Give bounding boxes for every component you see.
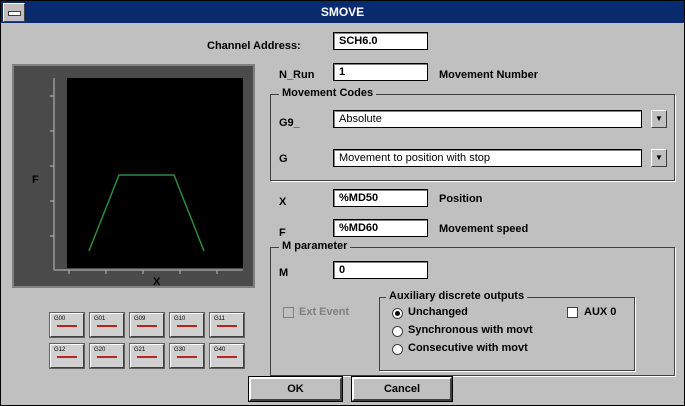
g-label: G (279, 153, 288, 165)
m-label: M (279, 267, 289, 279)
movement-graph: F X (12, 64, 255, 288)
x-position-field[interactable]: %MD50 (333, 189, 428, 207)
radio-unchanged-label: Unchanged (408, 306, 468, 318)
position-label: Position (439, 193, 483, 205)
ok-button[interactable]: OK (248, 376, 343, 402)
radio-unchanged[interactable] (392, 308, 403, 319)
x-label: X (279, 196, 287, 208)
tool-button-g12[interactable]: G12 (49, 343, 85, 369)
aux0-checkbox[interactable] (567, 307, 578, 318)
tool-button-g01[interactable]: G01 (89, 312, 125, 338)
movement-codes-title: Movement Codes (279, 87, 377, 99)
f-speed-field[interactable]: %MD60 (333, 219, 428, 237)
movement-codes-group: Movement Codes (270, 87, 675, 181)
n-run-field[interactable]: 1 (333, 63, 428, 81)
m-field[interactable]: 0 (333, 261, 428, 279)
g9-dropdown-button[interactable]: ▼ (651, 110, 667, 128)
tool-button-g21[interactable]: G21 (129, 343, 165, 369)
n-run-label: N_Run (279, 69, 315, 81)
cancel-button[interactable]: Cancel (351, 376, 453, 402)
tool-button-g40[interactable]: G40 (209, 343, 245, 369)
x-axis-ticks (68, 270, 218, 274)
tool-button-g10[interactable]: G10 (169, 312, 205, 338)
g-dropdown-button[interactable]: ▼ (651, 149, 667, 167)
g9-label: G9_ (279, 117, 300, 129)
aux-outputs-title: Auxiliary discrete outputs (386, 290, 528, 302)
title-bar: SMOVE (1, 1, 684, 23)
tool-button-g30[interactable]: G30 (169, 343, 205, 369)
aux0-label: AUX 0 (584, 306, 617, 318)
y-axis-label: F (32, 174, 39, 186)
y-axis-ticks (50, 95, 54, 237)
graph-svg: F X (32, 78, 243, 286)
radio-consecutive-label: Consecutive with movt (408, 342, 528, 354)
g9-select[interactable]: Absolute (333, 110, 642, 128)
movement-speed-label: Movement speed (439, 223, 529, 235)
tool-button-g11[interactable]: G11 (209, 312, 245, 338)
radio-consecutive[interactable] (392, 344, 403, 355)
ext-event-label: Ext Event (299, 306, 350, 318)
tool-button-g09[interactable]: G09 (129, 312, 165, 338)
radio-synchronous[interactable] (392, 326, 403, 337)
f-label: F (279, 227, 286, 239)
tool-button-g00[interactable]: G00 (49, 312, 85, 338)
smove-dialog: SMOVE Channel Address: SCH6.0 F X G00 G0… (0, 0, 685, 406)
x-axis-label: X (153, 276, 161, 286)
window-title: SMOVE (320, 5, 365, 19)
radio-synchronous-label: Synchronous with movt (408, 324, 533, 336)
m-parameter-title: M parameter (279, 240, 351, 252)
tool-button-g20[interactable]: G20 (89, 343, 125, 369)
channel-address-label: Channel Address: (207, 40, 301, 52)
ext-event-checkbox[interactable] (283, 307, 294, 318)
channel-address-field[interactable]: SCH6.0 (333, 32, 428, 50)
movement-number-label: Movement Number (439, 69, 539, 81)
g-select[interactable]: Movement to position with stop (333, 149, 642, 167)
